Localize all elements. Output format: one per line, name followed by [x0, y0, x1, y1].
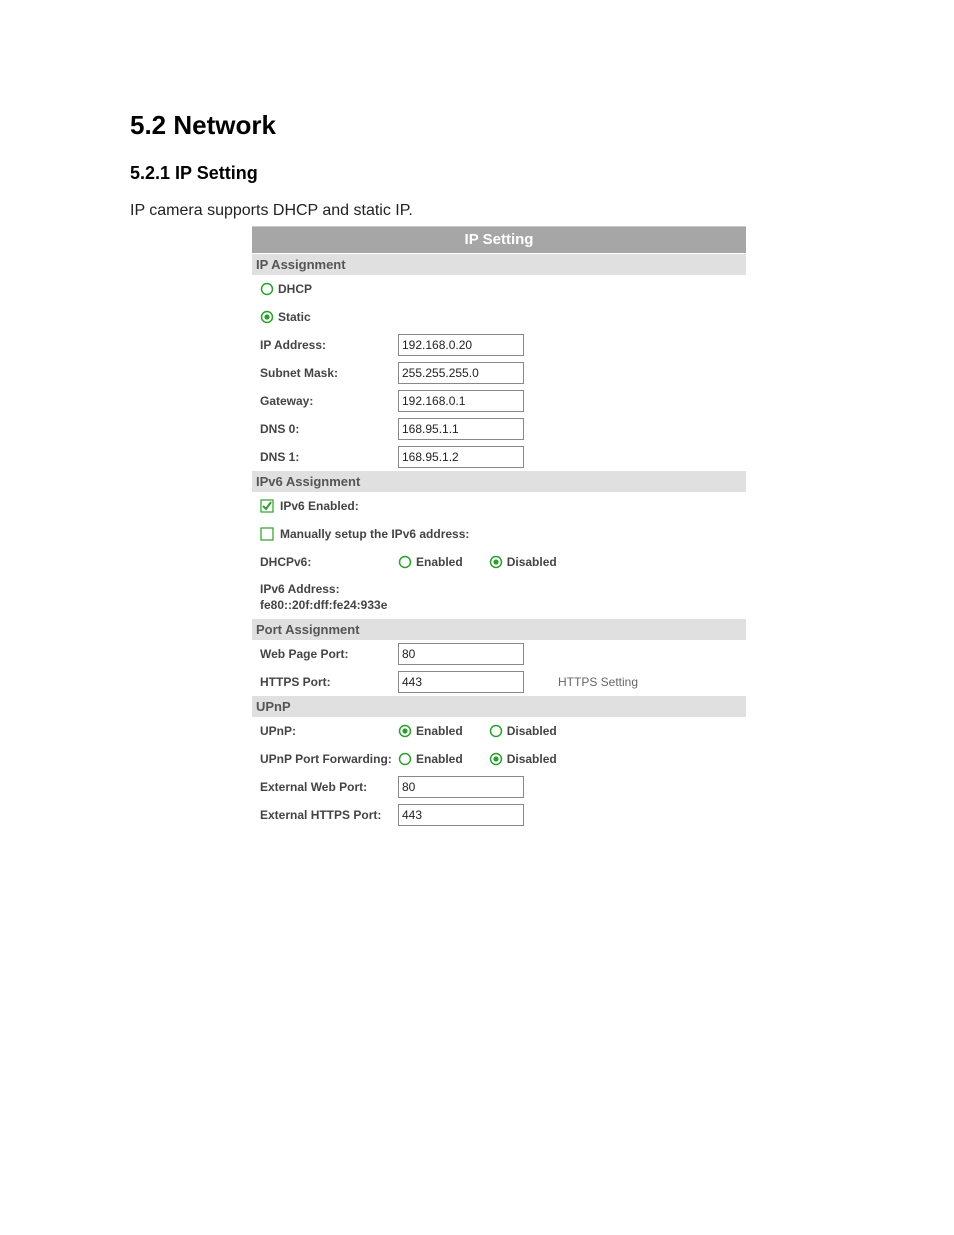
- dhcpv6-disabled-option[interactable]: Disabled: [489, 555, 557, 569]
- upnp-pf-enabled-option[interactable]: Enabled: [398, 752, 463, 766]
- heading-network: 5.2 Network: [130, 110, 824, 141]
- gateway-input[interactable]: [398, 390, 524, 412]
- https-port-input[interactable]: [398, 671, 524, 693]
- https-port-label: HTTPS Port:: [260, 675, 398, 689]
- ext-https-port-input[interactable]: [398, 804, 524, 826]
- dns0-input[interactable]: [398, 418, 524, 440]
- radio-row-dhcp[interactable]: DHCP: [252, 275, 746, 303]
- intro-text: IP camera supports DHCP and static IP.: [130, 202, 824, 220]
- radio-icon: [260, 310, 274, 324]
- dns1-label: DNS 1:: [260, 450, 398, 464]
- ip-setting-panel: IP Setting IP Assignment DHCP Static IP …: [252, 226, 746, 829]
- ipv6-enabled-row[interactable]: IPv6 Enabled:: [252, 492, 746, 520]
- web-port-label: Web Page Port:: [260, 647, 398, 661]
- subnet-mask-label: Subnet Mask:: [260, 366, 398, 380]
- ext-web-port-input[interactable]: [398, 776, 524, 798]
- subnet-mask-input[interactable]: [398, 362, 524, 384]
- upnp-disabled-label: Disabled: [507, 724, 557, 738]
- upnp-enabled-label: Enabled: [416, 724, 463, 738]
- radio-icon: [398, 555, 412, 569]
- upnp-disabled-option[interactable]: Disabled: [489, 724, 557, 738]
- ext-web-port-label: External Web Port:: [260, 780, 398, 794]
- ipv6-address-label: IPv6 Address:: [260, 582, 746, 598]
- ipv6-address-value: fe80::20f:dff:fe24:933e: [260, 598, 746, 614]
- ip-address-input[interactable]: [398, 334, 524, 356]
- upnp-pf-disabled-label: Disabled: [507, 752, 557, 766]
- section-port-assignment: Port Assignment: [252, 619, 746, 640]
- checkbox-icon: [260, 499, 274, 513]
- upnp-label: UPnP:: [260, 724, 398, 738]
- ipv6-manual-row[interactable]: Manually setup the IPv6 address:: [252, 520, 746, 548]
- dns1-input[interactable]: [398, 446, 524, 468]
- upnp-enabled-option[interactable]: Enabled: [398, 724, 463, 738]
- dhcpv6-disabled-label: Disabled: [507, 555, 557, 569]
- checkbox-icon: [260, 527, 274, 541]
- https-setting-link[interactable]: HTTPS Setting: [558, 675, 638, 689]
- panel-title: IP Setting: [252, 227, 746, 254]
- upnp-pf-label: UPnP Port Forwarding:: [260, 752, 398, 766]
- radio-icon: [489, 724, 503, 738]
- dhcpv6-enabled-option[interactable]: Enabled: [398, 555, 463, 569]
- section-ip-assignment: IP Assignment: [252, 254, 746, 275]
- static-label: Static: [278, 310, 311, 324]
- gateway-label: Gateway:: [260, 394, 398, 408]
- section-ipv6-assignment: IPv6 Assignment: [252, 471, 746, 492]
- upnp-pf-disabled-option[interactable]: Disabled: [489, 752, 557, 766]
- radio-icon: [489, 555, 503, 569]
- dhcp-label: DHCP: [278, 282, 312, 296]
- radio-icon: [489, 752, 503, 766]
- radio-row-static[interactable]: Static: [252, 303, 746, 331]
- upnp-pf-enabled-label: Enabled: [416, 752, 463, 766]
- heading-ip-setting: 5.2.1 IP Setting: [130, 163, 824, 184]
- ipv6-enabled-label: IPv6 Enabled:: [280, 499, 359, 513]
- ipv6-manual-label: Manually setup the IPv6 address:: [280, 527, 469, 541]
- radio-icon: [398, 724, 412, 738]
- web-port-input[interactable]: [398, 643, 524, 665]
- dns0-label: DNS 0:: [260, 422, 398, 436]
- radio-icon: [398, 752, 412, 766]
- radio-icon: [260, 282, 274, 296]
- dhcpv6-enabled-label: Enabled: [416, 555, 463, 569]
- section-upnp: UPnP: [252, 696, 746, 717]
- dhcpv6-label: DHCPv6:: [260, 555, 398, 569]
- ext-https-port-label: External HTTPS Port:: [260, 808, 398, 822]
- ip-address-label: IP Address:: [260, 338, 398, 352]
